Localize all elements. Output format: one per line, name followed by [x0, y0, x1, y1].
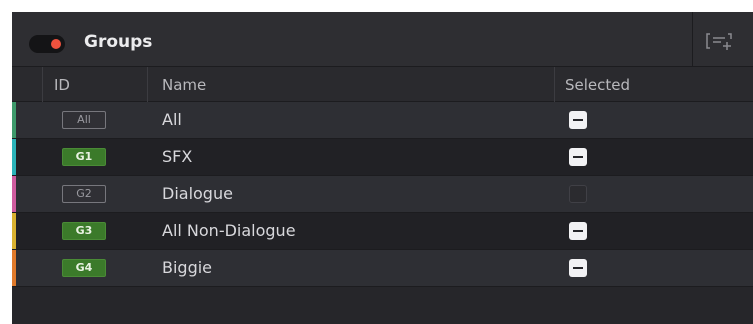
group-color-strip	[12, 102, 16, 138]
group-selected-checkbox[interactable]	[569, 111, 587, 129]
group-name[interactable]: All Non-Dialogue	[162, 221, 296, 240]
header-divider	[692, 12, 693, 67]
group-row[interactable]: All All	[12, 102, 753, 138]
group-selected-checkbox[interactable]	[569, 148, 587, 166]
panel-title: Groups	[84, 32, 153, 52]
column-header-selected[interactable]: Selected	[565, 76, 630, 94]
group-row[interactable]: G4 Biggie	[12, 250, 753, 286]
group-name[interactable]: Biggie	[162, 258, 212, 277]
group-color-strip	[12, 213, 16, 249]
group-name[interactable]: All	[162, 110, 182, 129]
group-color-strip	[12, 176, 16, 212]
groups-panel: Groups ID Name Selected All All G1 SFX G2 Dia…	[12, 12, 753, 324]
row-divider	[12, 286, 753, 287]
toggle-indicator-icon	[51, 39, 61, 49]
group-row[interactable]: G3 All Non-Dialogue	[12, 213, 753, 249]
panel-header: Groups	[12, 12, 753, 67]
group-row[interactable]: G2 Dialogue	[12, 176, 753, 212]
group-id-badge: G4	[62, 259, 106, 277]
group-selected-checkbox[interactable]	[569, 222, 587, 240]
column-header-row: ID Name Selected	[12, 67, 753, 102]
column-header-name[interactable]: Name	[162, 76, 206, 94]
group-id-badge: G1	[62, 148, 106, 166]
group-id-badge: All	[62, 111, 106, 129]
column-header-id[interactable]: ID	[54, 76, 70, 94]
group-selected-checkbox[interactable]	[569, 185, 587, 203]
column-divider[interactable]	[554, 67, 555, 102]
group-name[interactable]: SFX	[162, 147, 192, 166]
add-group-button[interactable]	[704, 30, 736, 52]
group-color-strip	[12, 250, 16, 286]
group-id-badge: G3	[62, 222, 106, 240]
add-group-icon	[706, 33, 732, 50]
group-selected-checkbox[interactable]	[569, 259, 587, 277]
column-divider[interactable]	[147, 67, 148, 102]
column-divider[interactable]	[42, 67, 43, 102]
group-color-strip	[12, 139, 16, 175]
group-row[interactable]: G1 SFX	[12, 139, 753, 175]
group-name[interactable]: Dialogue	[162, 184, 233, 203]
group-id-badge: G2	[62, 185, 106, 203]
groups-toggle[interactable]	[29, 35, 65, 53]
